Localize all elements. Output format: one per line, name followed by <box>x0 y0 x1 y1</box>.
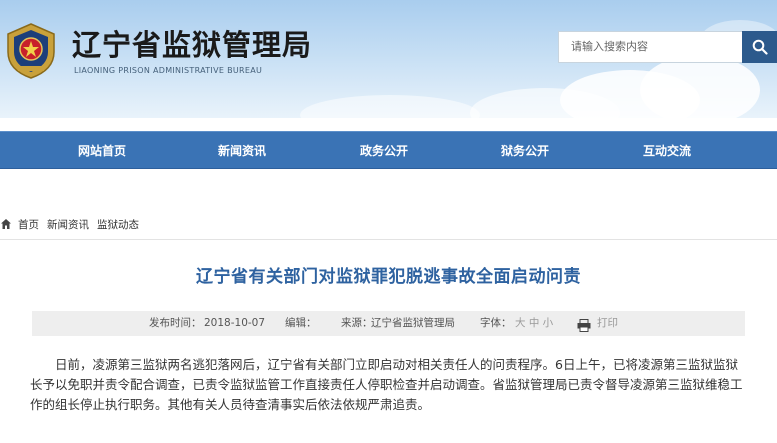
editor-label: 编辑： <box>285 317 317 329</box>
police-emblem-icon <box>4 22 58 80</box>
source-label: 来源： <box>341 317 373 329</box>
site-title: 辽宁省监狱管理局 <box>72 28 313 62</box>
article-meta: 发布时间： 2018-10-07 编辑： 来源： 辽宁省监狱管理局 字体： 大 … <box>32 311 745 336</box>
main-nav: 网站首页 新闻资讯 政务公开 狱务公开 互动交流 <box>0 131 777 169</box>
nav-item-news[interactable]: 新闻资讯 <box>172 132 312 170</box>
search-input[interactable]: 请输入搜索内容 <box>558 31 742 63</box>
breadcrumb-news[interactable]: 新闻资讯 <box>47 217 89 232</box>
font-size-label: 字体： <box>480 317 512 329</box>
site-header: 辽宁省监狱管理局 LIAONING PRISON ADMINISTRATIVE … <box>0 0 777 118</box>
breadcrumb-divider <box>0 239 777 240</box>
nav-item-home[interactable]: 网站首页 <box>32 132 172 170</box>
font-size-options[interactable]: 大 中 小 <box>515 311 553 336</box>
date-label: 发布时间： <box>149 317 202 329</box>
print-link[interactable]: 打印 <box>597 311 618 336</box>
article-title: 辽宁省有关部门对监狱罪犯脱逃事故全面启动问责 <box>196 267 581 287</box>
breadcrumb: 首页 新闻资讯 监狱动态 <box>0 212 147 236</box>
article-body: 日前，凌源第三监狱两名逃犯落网后，辽宁省有关部门立即启动对相关责任人的问责程序。… <box>30 355 750 415</box>
printer-icon[interactable] <box>577 317 591 342</box>
breadcrumb-home[interactable]: 首页 <box>18 217 39 232</box>
article-paragraph: 日前，凌源第三监狱两名逃犯落网后，辽宁省有关部门立即启动对相关责任人的问责程序。… <box>30 357 743 412</box>
search-icon <box>752 39 768 55</box>
home-icon <box>1 219 11 229</box>
search-button[interactable] <box>742 31 777 63</box>
breadcrumb-prison-news[interactable]: 监狱动态 <box>97 217 139 232</box>
publish-date: 2018-10-07 <box>204 317 266 329</box>
nav-item-government-affairs[interactable]: 政务公开 <box>314 132 454 170</box>
nav-item-interaction[interactable]: 互动交流 <box>597 132 737 170</box>
source-value: 辽宁省监狱管理局 <box>371 317 455 329</box>
site-subtitle: LIAONING PRISON ADMINISTRATIVE BUREAU <box>74 66 263 75</box>
nav-item-prison-affairs[interactable]: 狱务公开 <box>455 132 595 170</box>
